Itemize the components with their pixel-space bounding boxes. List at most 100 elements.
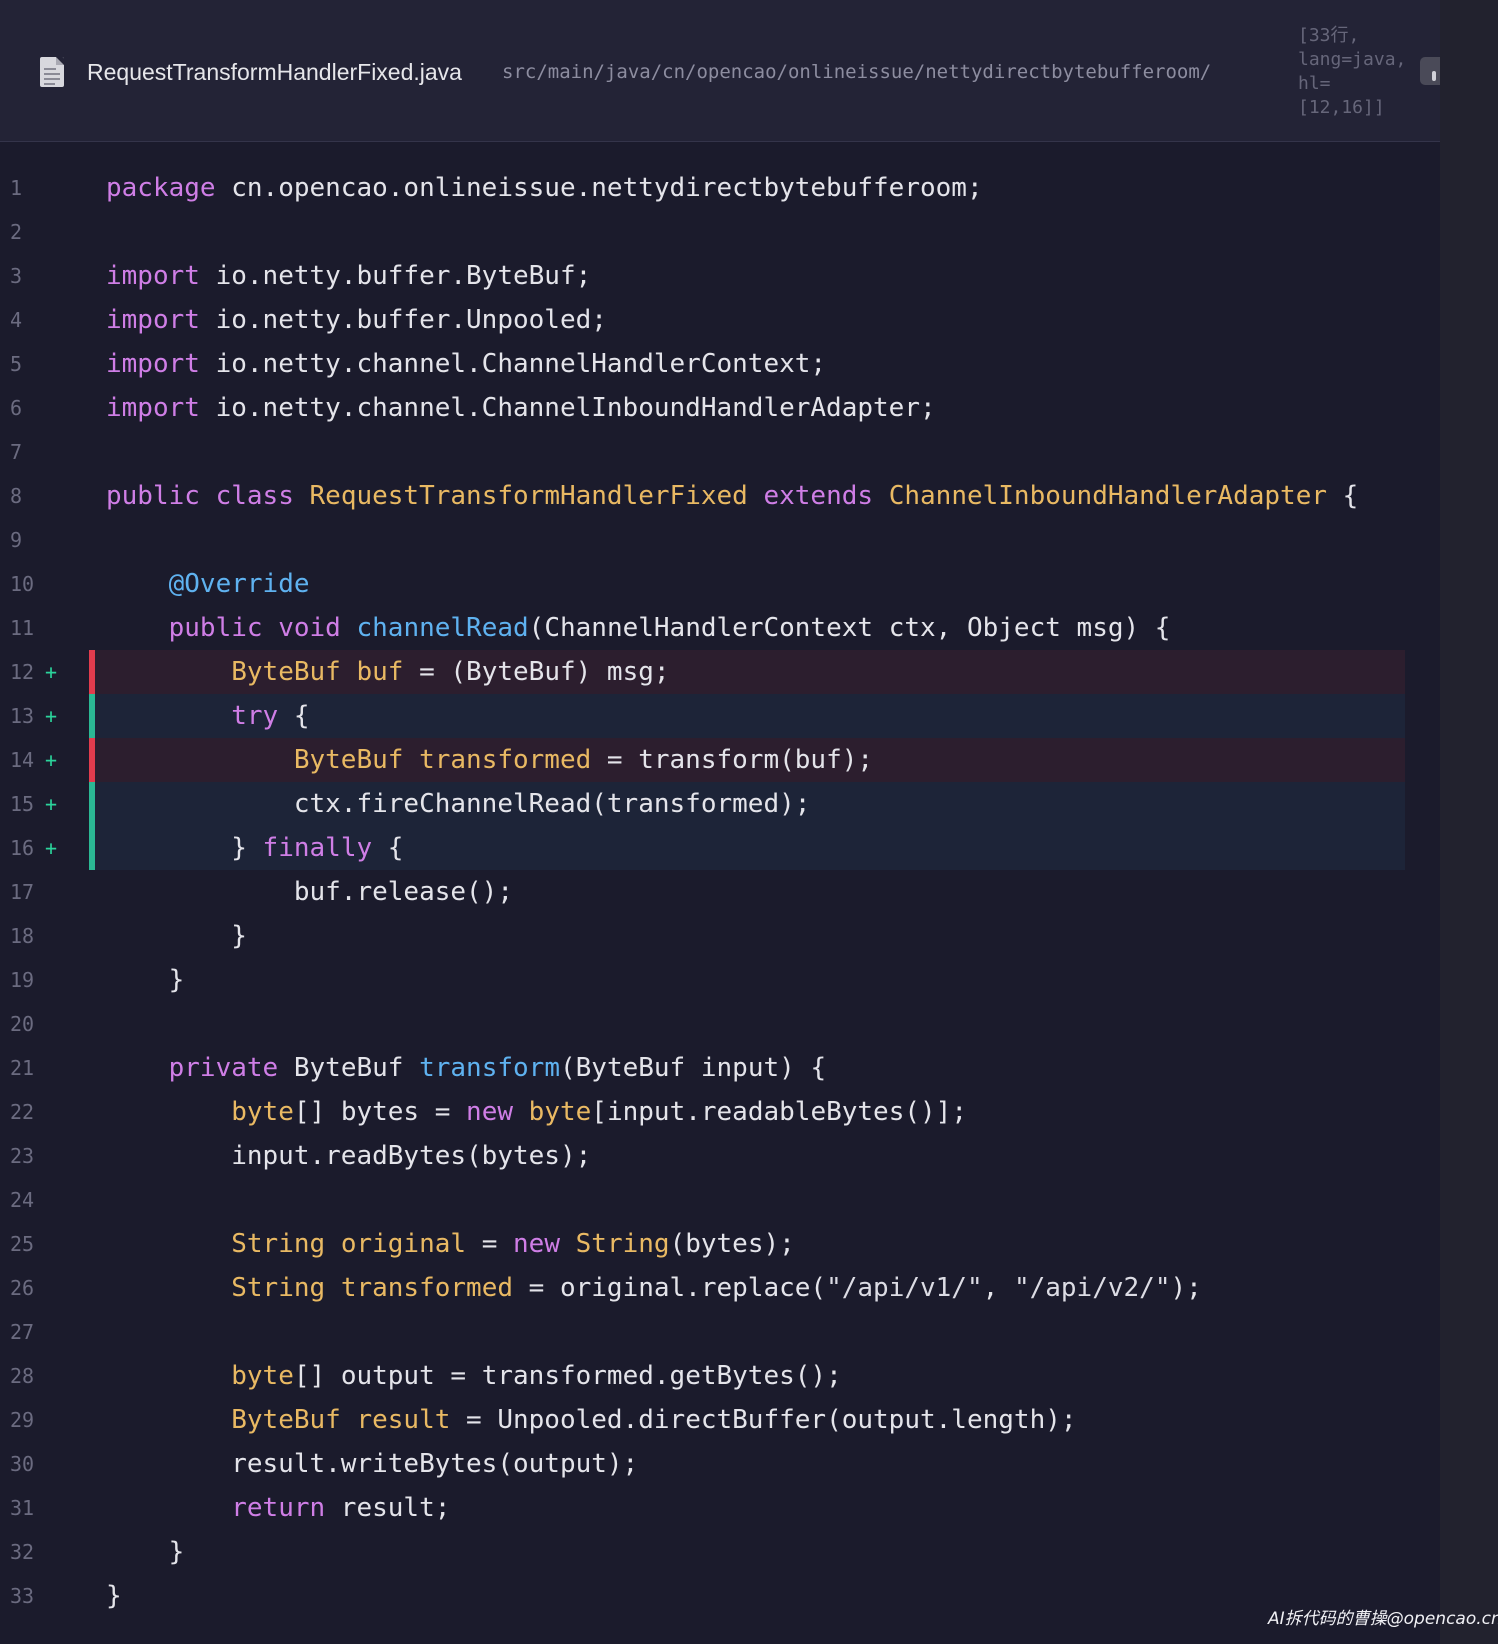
code-token: extends bbox=[763, 481, 874, 511]
meta-line: hl= bbox=[1298, 73, 1331, 94]
line-number: 12 bbox=[10, 660, 35, 684]
code-line: 28 byte[] output = transformed.getBytes(… bbox=[0, 1354, 1440, 1398]
code-token: } bbox=[106, 1537, 185, 1567]
code-text: try { bbox=[106, 694, 310, 738]
code-token: class bbox=[215, 481, 294, 511]
meta-line: [12,16]] bbox=[1298, 97, 1385, 118]
code-token: result.writeBytes(output); bbox=[106, 1449, 639, 1479]
code-token: result bbox=[356, 1405, 451, 1435]
code-line: 1 package cn.opencao.onlineissue.nettydir… bbox=[0, 166, 1440, 210]
file-document-icon bbox=[40, 57, 64, 87]
code-token: ByteBuf bbox=[293, 745, 404, 775]
code-token: new bbox=[513, 1229, 560, 1259]
code-token: try bbox=[231, 701, 279, 731]
meta-line: [33行, bbox=[1298, 25, 1360, 46]
code-token: [input.readableBytes()]; bbox=[591, 1097, 967, 1127]
line-number: 7 bbox=[10, 440, 23, 464]
code-line: 26 String transformed = original.replace… bbox=[0, 1266, 1440, 1310]
code-token: [] output = transformed.getBytes(); bbox=[293, 1361, 842, 1391]
code-line: 27 bbox=[0, 1310, 1440, 1354]
code-line: 10 @Override bbox=[0, 562, 1440, 606]
added-line-marker: + bbox=[45, 792, 58, 816]
code-line: 12 + ByteBuf buf = (ByteBuf) msg; bbox=[0, 650, 1440, 694]
code-token: transformed bbox=[340, 1273, 513, 1303]
code-token: public bbox=[106, 481, 200, 511]
line-background bbox=[89, 430, 1405, 474]
code-token: { bbox=[1327, 481, 1359, 511]
line-number: 20 bbox=[10, 1012, 35, 1036]
code-token: ByteBuf bbox=[231, 1405, 341, 1435]
code-token: buf.release(); bbox=[106, 877, 513, 907]
code-line: 3 import io.netty.buffer.ByteBuf; bbox=[0, 254, 1440, 298]
copy-button[interactable] bbox=[1420, 57, 1440, 85]
code-token: String bbox=[231, 1229, 326, 1259]
code-token: package bbox=[106, 173, 216, 203]
code-text: byte[] output = transformed.getBytes(); bbox=[106, 1354, 842, 1398]
code-line: 16 + } finally { bbox=[0, 826, 1440, 870]
file-header: RequestTransformHandlerFixed.java src/ma… bbox=[0, 0, 1440, 142]
line-background bbox=[89, 210, 1405, 254]
code-token: } bbox=[106, 1581, 122, 1611]
code-token: input.readBytes(bytes); bbox=[106, 1141, 592, 1171]
code-text: buf.release(); bbox=[106, 870, 513, 914]
code-text: } bbox=[106, 1530, 185, 1574]
line-number: 24 bbox=[10, 1188, 35, 1212]
code-text: } finally { bbox=[106, 826, 403, 870]
line-background bbox=[89, 1002, 1405, 1046]
code-token: } bbox=[106, 833, 263, 863]
line-number: 17 bbox=[10, 880, 35, 904]
code-line: 19 } bbox=[0, 958, 1440, 1002]
code-token: { bbox=[278, 701, 310, 731]
code-token: finally bbox=[262, 833, 373, 863]
code-line: 23 input.readBytes(bytes); bbox=[0, 1134, 1440, 1178]
code-token: io.netty.buffer.ByteBuf; bbox=[199, 261, 592, 291]
code-token: import bbox=[106, 305, 200, 335]
line-number: 32 bbox=[10, 1540, 35, 1564]
line-number: 22 bbox=[10, 1100, 35, 1124]
line-number: 30 bbox=[10, 1452, 35, 1476]
line-background bbox=[89, 914, 1405, 958]
code-line: 24 bbox=[0, 1178, 1440, 1222]
line-number: 3 bbox=[10, 264, 23, 288]
line-number: 15 bbox=[10, 792, 35, 816]
code-block: 1 package cn.opencao.onlineissue.nettydir… bbox=[0, 166, 1440, 1618]
code-line: 22 byte[] bytes = new byte[input.readabl… bbox=[0, 1090, 1440, 1134]
code-text: private ByteBuf transform(ByteBuf input)… bbox=[106, 1046, 826, 1090]
code-text: ByteBuf transformed = transform(buf); bbox=[106, 738, 873, 782]
code-text: package cn.opencao.onlineissue.nettydire… bbox=[106, 166, 983, 210]
added-line-marker: + bbox=[45, 836, 58, 860]
code-line: 25 String original = new String(bytes); bbox=[0, 1222, 1440, 1266]
code-token: io.netty.channel.ChannelHandlerContext; bbox=[199, 349, 827, 379]
code-token: ChannelInboundHandlerAdapter bbox=[888, 481, 1327, 511]
code-token: public bbox=[168, 613, 263, 643]
code-token: transform bbox=[419, 1053, 560, 1083]
code-token: byte bbox=[231, 1097, 294, 1127]
code-token: @Override bbox=[168, 569, 310, 599]
code-text: ctx.fireChannelRead(transformed); bbox=[106, 782, 811, 826]
code-viewer-panel: RequestTransformHandlerFixed.java src/ma… bbox=[0, 0, 1440, 1644]
code-token: transformed bbox=[419, 745, 592, 775]
code-line: 6 import io.netty.channel.ChannelInboundH… bbox=[0, 386, 1440, 430]
code-line: 13 + try { bbox=[0, 694, 1440, 738]
code-text: input.readBytes(bytes); bbox=[106, 1134, 591, 1178]
file-name: RequestTransformHandlerFixed.java bbox=[87, 59, 462, 85]
code-text: public class RequestTransformHandlerFixe… bbox=[106, 474, 1358, 518]
code-text: byte[] bytes = new byte[input.readableBy… bbox=[106, 1090, 967, 1134]
line-background bbox=[89, 958, 1405, 1002]
code-line: 17 buf.release(); bbox=[0, 870, 1440, 914]
code-text: } bbox=[106, 1574, 122, 1618]
code-token: original bbox=[340, 1229, 467, 1259]
line-number: 31 bbox=[10, 1496, 35, 1520]
